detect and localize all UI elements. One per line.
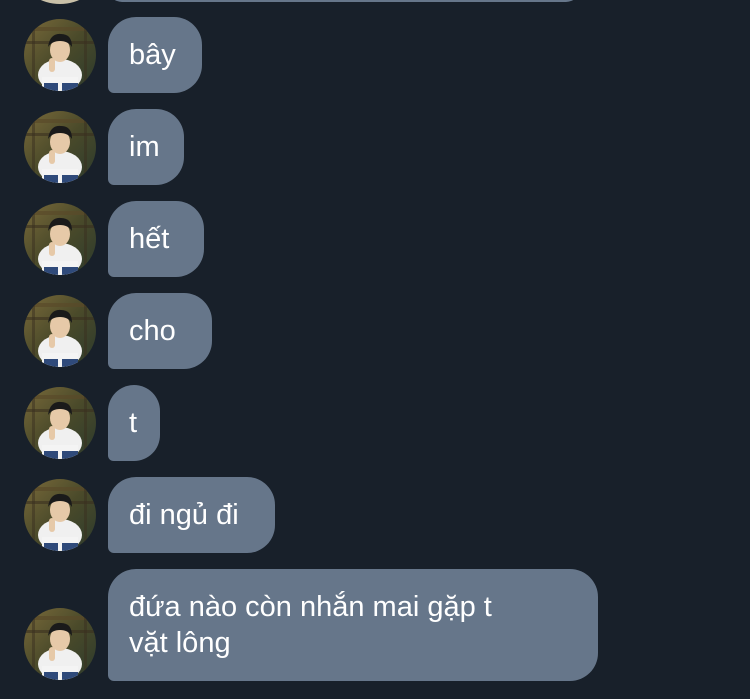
sender-avatar[interactable] [24,19,96,91]
message-bubble[interactable]: hết [108,201,204,277]
chat-screen: bây im hết cho t đi ngủ đi đứa nào còn n… [0,0,750,699]
message-row: đứa nào còn nhắn mai gặp t vặt lông [0,569,750,681]
message-row: đi ngủ đi [0,477,750,553]
sender-avatar[interactable] [24,111,96,183]
message-bubble[interactable]: bây [108,17,202,93]
message-row: im [0,109,750,185]
message-row: cho [0,293,750,369]
message-bubble[interactable]: cho [108,293,212,369]
sender-avatar[interactable] [24,295,96,367]
message-bubble[interactable]: t [108,385,160,461]
sender-avatar[interactable] [24,608,96,680]
sender-avatar[interactable] [24,203,96,275]
sender-avatar[interactable] [24,479,96,551]
message-row: t [0,385,750,461]
message-row: bây [0,17,750,93]
sender-avatar[interactable] [24,387,96,459]
message-bubble[interactable]: đi ngủ đi [108,477,275,553]
message-bubble[interactable]: đứa nào còn nhắn mai gặp t vặt lông [108,569,598,681]
previous-message-bubble-fragment [108,0,580,2]
message-bubble[interactable]: im [108,109,184,185]
previous-avatar-fragment [24,0,96,4]
message-row: hết [0,201,750,277]
